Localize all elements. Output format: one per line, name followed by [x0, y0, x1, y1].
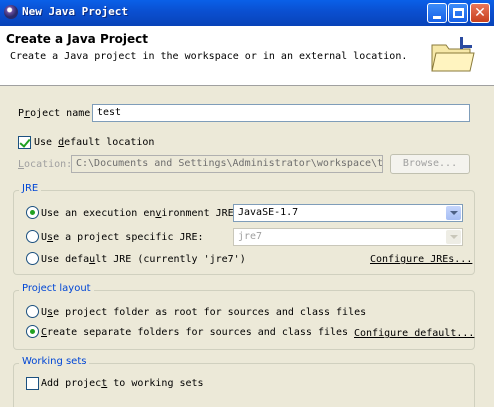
- default-jre-radio[interactable]: [26, 252, 39, 265]
- folder-as-root-label: Use project folder as root for sources a…: [41, 307, 367, 318]
- jre-group-label: JRE: [19, 183, 42, 194]
- minimize-button[interactable]: [427, 3, 447, 23]
- execution-env-value: JavaSE-1.7: [238, 207, 299, 218]
- add-to-working-sets-checkbox[interactable]: [26, 377, 39, 390]
- wizard-banner: Create a Java Project Create a Java proj…: [0, 26, 494, 86]
- execution-env-label: Use an execution environment JRE:: [41, 208, 240, 219]
- window-title: New Java Project: [22, 5, 128, 18]
- project-name-input[interactable]: test: [92, 104, 470, 122]
- folder-as-root-radio[interactable]: [26, 305, 39, 318]
- working-sets-group-label: Working sets: [19, 356, 90, 367]
- configure-jres-link[interactable]: Configure JREs...: [370, 254, 472, 265]
- browse-button[interactable]: Browse...: [390, 154, 470, 174]
- separate-folders-label: Create separate folders for sources and …: [41, 327, 349, 338]
- maximize-icon: [453, 8, 464, 18]
- close-button[interactable]: ✕: [470, 3, 490, 23]
- banner-description: Create a Java project in the workspace o…: [10, 51, 408, 62]
- project-specific-jre-label: Use a project specific JRE:: [41, 232, 204, 243]
- separate-folders-radio[interactable]: [26, 325, 39, 338]
- minimize-icon: [433, 16, 441, 19]
- location-label: Location:: [18, 159, 73, 170]
- project-specific-jre-value: jre7: [238, 231, 263, 242]
- project-layout-group-label: Project layout: [19, 283, 94, 294]
- use-default-location-label: Use default location: [34, 137, 155, 148]
- execution-env-radio[interactable]: [26, 206, 39, 219]
- project-name-label: Project name:: [18, 108, 97, 119]
- project-specific-jre-select[interactable]: jre7: [233, 228, 463, 246]
- chevron-down-icon[interactable]: [446, 230, 461, 244]
- use-default-location-checkbox[interactable]: [18, 136, 31, 149]
- chevron-down-icon[interactable]: [446, 206, 461, 220]
- banner-title: Create a Java Project: [6, 32, 149, 46]
- location-input[interactable]: C:\Documents and Settings\Administrator\…: [71, 155, 383, 173]
- project-specific-jre-radio[interactable]: [26, 230, 39, 243]
- title-bar[interactable]: New Java Project ✕: [0, 0, 494, 26]
- default-jre-label: Use default JRE (currently 'jre7'): [41, 254, 246, 265]
- maximize-button[interactable]: [448, 3, 468, 23]
- folder-icon: [431, 37, 475, 72]
- configure-default-link[interactable]: Configure default...: [354, 328, 474, 339]
- add-to-working-sets-label: Add project to working sets: [41, 378, 204, 389]
- close-icon: ✕: [474, 5, 486, 21]
- execution-env-select[interactable]: JavaSE-1.7: [233, 204, 463, 222]
- eclipse-icon: [4, 5, 18, 19]
- project-layout-group: [13, 290, 475, 350]
